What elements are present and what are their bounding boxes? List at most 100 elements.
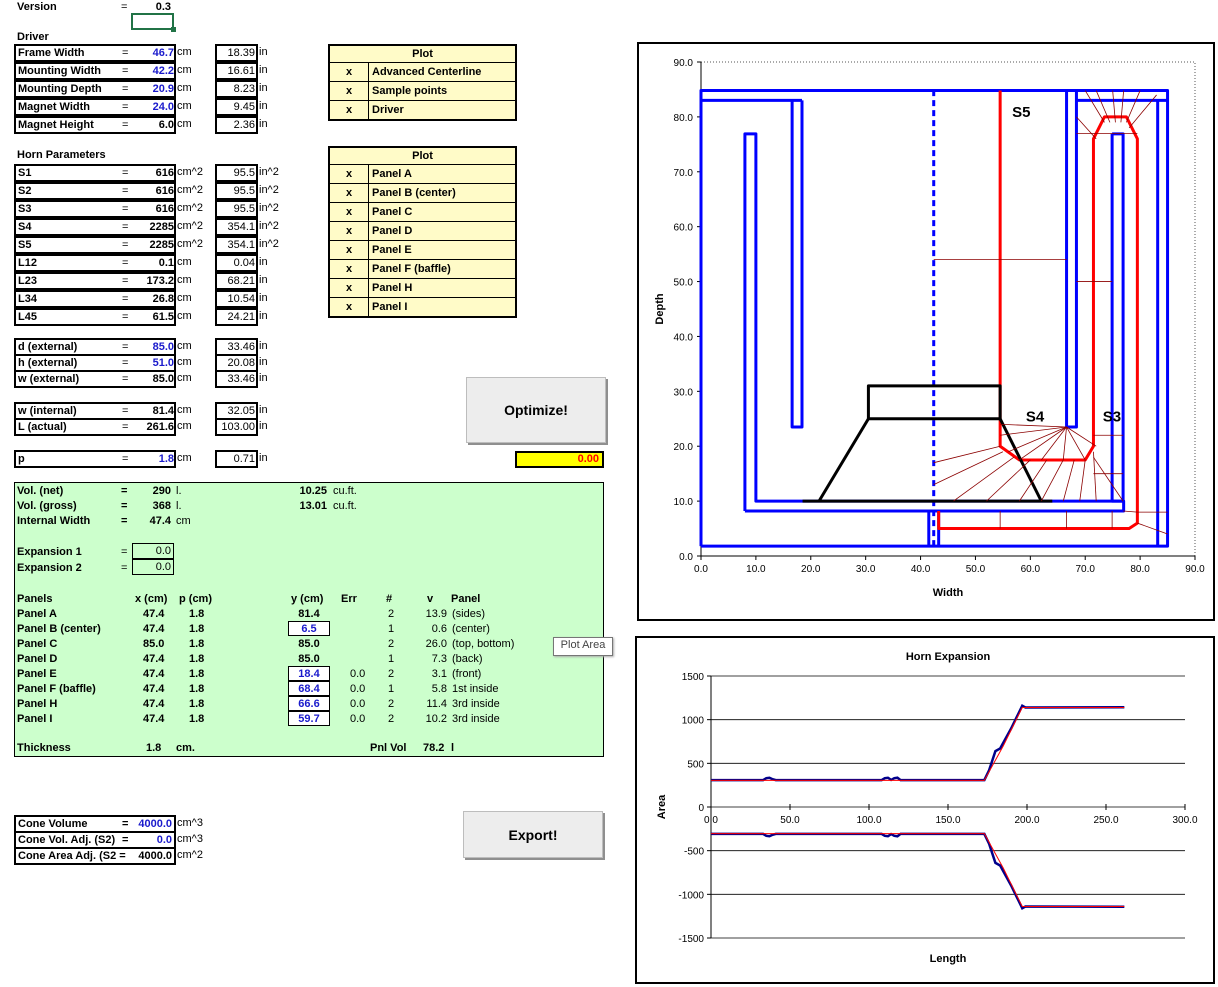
param-label-cell: Magnet Width = 24.0 [14, 98, 176, 116]
param-cm-value[interactable]: 81.4 [134, 405, 174, 417]
param-cm-value[interactable]: 85.0 [134, 373, 174, 385]
cone-value[interactable]: 0.0 [157, 834, 172, 846]
plot-option-label: Panel B (center) [372, 187, 456, 199]
series-line [937, 90, 1139, 531]
selected-cell[interactable] [131, 13, 174, 30]
series-line [1084, 90, 1105, 123]
pnl-vol-unit: l [451, 742, 455, 754]
plot-option-check[interactable]: x [330, 63, 369, 81]
plot-option-row[interactable]: x Panel A [330, 165, 515, 184]
param-in-unit: in [259, 46, 268, 58]
plot-option-check[interactable]: x [330, 279, 369, 297]
plot-option-row[interactable]: x Panel D [330, 222, 515, 241]
panel-count: 2 [388, 608, 395, 620]
panel-x: 85.0 [143, 638, 165, 650]
param-cm-value[interactable]: 61.5 [134, 311, 174, 323]
plot-option-check[interactable]: x [330, 101, 369, 119]
param-cm-value[interactable]: 20.9 [134, 83, 174, 95]
plot-option-row[interactable]: x Panel H [330, 279, 515, 298]
param-cm-value[interactable]: 24.0 [134, 101, 174, 113]
expansion2-input[interactable]: 0.0 [132, 559, 174, 575]
layout-chart[interactable]: 0.0 10.0 20.0 30.0 40.0 50.0 60.0 70.0 80.0 90.0 0… [639, 44, 1213, 619]
param-cm-value[interactable]: 6.0 [134, 119, 174, 131]
export-button[interactable]: Export! [463, 811, 603, 858]
y-header: y (cm) [291, 593, 324, 605]
panel-y-input[interactable]: 68.4 [288, 681, 330, 696]
plot-option-check[interactable]: x [330, 241, 369, 259]
plot-option-row[interactable]: x Advanced Centerline [330, 63, 515, 82]
expansion1-eq: = [121, 546, 128, 558]
plot-option-label: Panel D [372, 225, 413, 237]
y-tick-label: 30.0 [674, 387, 694, 398]
param-in-value: 103.00 [221, 421, 255, 433]
panel-y-input[interactable]: 6.5 [288, 621, 330, 636]
param-cm-value[interactable]: 616 [134, 167, 174, 179]
plot-option-label: Panel H [372, 282, 413, 294]
plot-option-row[interactable]: x Panel E [330, 241, 515, 260]
series-line [1137, 522, 1168, 535]
fill-handle[interactable] [171, 27, 176, 32]
x-header: x (cm) [135, 593, 168, 605]
cone-label: Cone Volume [18, 818, 88, 830]
plot-option-check[interactable]: x [330, 203, 369, 221]
x-tick-label: 100.0 [856, 815, 881, 826]
plot-option-check[interactable]: x [330, 298, 369, 316]
panel-y-input[interactable]: 18.4 [288, 666, 330, 681]
expansion2-eq: = [121, 562, 128, 574]
plot-area[interactable] [700, 61, 1196, 557]
plot-option-row[interactable]: x Driver [330, 101, 515, 119]
panel-y-input[interactable]: 59.7 [288, 711, 330, 726]
param-cm-value[interactable]: 1.8 [134, 453, 174, 465]
plot-option-label: Panel I [372, 301, 408, 313]
x-axis-label: Width [933, 587, 964, 599]
plot-option-row[interactable]: x Sample points [330, 82, 515, 101]
param-cm-value[interactable]: 51.0 [134, 357, 174, 369]
plot-option-row[interactable]: x Panel C [330, 203, 515, 222]
vol-net-eq: = [121, 485, 128, 497]
vol-net-label: Vol. (net) [17, 485, 64, 497]
expansion1-input[interactable]: 0.0 [132, 543, 174, 559]
optimize-button[interactable]: Optimize! [466, 377, 606, 443]
cone-value[interactable]: 4000.0 [138, 850, 172, 862]
plot-option-check[interactable]: x [330, 260, 369, 278]
param-in-cell: 2.36 [215, 116, 258, 134]
plot-option-row[interactable]: x Panel B (center) [330, 184, 515, 203]
param-cm-unit: cm^2 [177, 202, 203, 214]
plot-option-row[interactable]: x Panel I [330, 298, 515, 316]
plot-option-check[interactable]: x [330, 184, 369, 202]
param-cm-value[interactable]: 616 [134, 185, 174, 197]
horn-expansion-chart-frame[interactable]: Horn Expansion 1500 1000 500 0 -500 -1000 -1500… [635, 636, 1215, 984]
param-cm-value[interactable]: 46.7 [134, 47, 174, 59]
panel-desc: (sides) [452, 608, 486, 620]
x-tick-label: 20.0 [801, 564, 821, 575]
param-cm-value[interactable]: 2285 [134, 221, 174, 233]
param-label: S2 [18, 185, 32, 197]
cone-value[interactable]: 4000.0 [138, 818, 172, 830]
param-label: d (external) [18, 341, 78, 353]
horn-expansion-chart[interactable]: Horn Expansion 1500 1000 500 0 -500 -1000 -1500… [637, 638, 1213, 982]
plot-option-check[interactable]: x [330, 222, 369, 240]
param-cm-unit: cm [177, 340, 192, 352]
param-cm-value[interactable]: 85.0 [134, 341, 174, 353]
plot-option-row[interactable]: x Panel F (baffle) [330, 260, 515, 279]
param-cm-value[interactable]: 173.2 [134, 275, 174, 287]
param-label-cell: Mounting Width = 42.2 [14, 62, 176, 80]
param-cm-value[interactable]: 42.2 [134, 65, 174, 77]
param-cm-value[interactable]: 26.8 [134, 293, 174, 305]
param-cm-value[interactable]: 261.6 [134, 421, 174, 433]
plot-option-check[interactable]: x [330, 82, 369, 100]
param-label: Mounting Width [18, 65, 101, 77]
plot-option-check[interactable]: x [330, 165, 369, 183]
param-eq: = [122, 203, 129, 215]
param-in-unit: in^2 [259, 184, 279, 196]
param-in-cell: 95.5 [215, 164, 258, 182]
param-cm-value[interactable]: 616 [134, 203, 174, 215]
panel-name: Panel I [17, 713, 53, 725]
optimize-error-value: 0.00 [515, 451, 604, 468]
param-in-unit: in^2 [259, 220, 279, 232]
param-cm-value[interactable]: 2285 [134, 239, 174, 251]
layout-chart-frame[interactable]: 0.0 10.0 20.0 30.0 40.0 50.0 60.0 70.0 80.0 90.0 0… [637, 42, 1215, 621]
series-line [1040, 459, 1064, 502]
panel-y-input[interactable]: 66.6 [288, 696, 330, 711]
param-cm-value[interactable]: 0.1 [134, 257, 174, 269]
